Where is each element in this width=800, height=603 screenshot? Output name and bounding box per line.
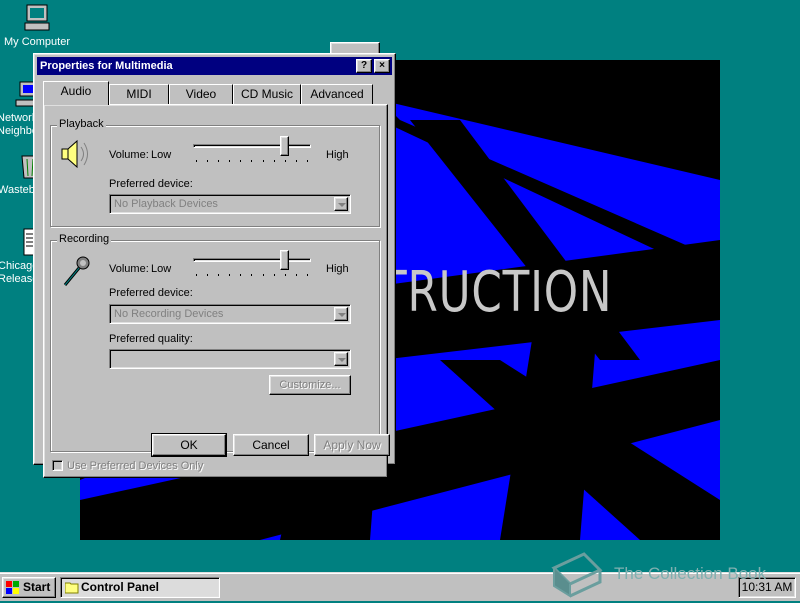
book-icon	[548, 552, 604, 603]
recording-quality-select[interactable]	[109, 349, 351, 369]
windows-logo-icon	[6, 581, 20, 600]
ok-button[interactable]: OK	[151, 433, 227, 457]
tab-audio[interactable]: Audio	[43, 81, 109, 105]
tab-advanced[interactable]: Advanced	[301, 84, 373, 104]
recording-volume-slider[interactable]	[279, 250, 289, 270]
playback-volume-label: Volume:	[109, 149, 149, 161]
recording-device-value: No Recording Devices	[114, 308, 224, 320]
recording-volume-track	[193, 258, 311, 262]
recording-device-select[interactable]: No Recording Devices	[109, 304, 351, 324]
microphone-icon	[59, 253, 95, 289]
computer-icon	[21, 2, 53, 34]
recording-volume-label: Volume:	[109, 263, 149, 275]
playback-legend: Playback	[57, 118, 106, 130]
taskbar-item-control-panel[interactable]: Control Panel	[60, 577, 220, 598]
recording-legend: Recording	[57, 233, 112, 245]
recording-volume-high: High	[326, 263, 349, 275]
playback-device-value: No Playback Devices	[114, 198, 218, 210]
playback-volume-ticks	[196, 160, 308, 164]
desktop-icon-label: My Computer	[3, 36, 71, 48]
tab-strip: Audio MIDI Video CD Music Advanced	[43, 81, 383, 105]
playback-device-label: Preferred device:	[109, 178, 193, 190]
close-button[interactable]: ×	[374, 59, 390, 73]
audio-tab-panel: Playback Volume: Low High Preferred devi…	[43, 104, 388, 478]
desktop-icon-label: Network Neighborhood	[0, 112, 52, 137]
cancel-button[interactable]: Cancel	[233, 434, 309, 456]
dialog-title: Properties for Multimedia	[40, 60, 173, 72]
recording-volume-ticks	[196, 274, 308, 278]
use-preferred-checkbox[interactable]	[52, 460, 63, 471]
tab-midi[interactable]: MIDI	[109, 84, 169, 104]
playback-group: Playback Volume: Low High Preferred devi…	[50, 118, 380, 227]
dialog-titlebar[interactable]: Properties for Multimedia ? ×	[37, 57, 392, 75]
speaker-icon	[59, 138, 95, 170]
playback-volume-slider[interactable]	[279, 136, 289, 156]
help-button[interactable]: ?	[356, 59, 372, 73]
use-preferred-label: Use Preferred Devices Only	[67, 460, 204, 472]
multimedia-properties-dialog: Properties for Multimedia ? × Audio MIDI…	[33, 53, 396, 478]
chevron-down-icon[interactable]	[334, 197, 348, 211]
playback-device-select[interactable]: No Playback Devices	[109, 194, 351, 214]
recording-device-label: Preferred device:	[109, 287, 193, 299]
chevron-down-icon[interactable]	[334, 307, 348, 321]
folder-icon	[64, 581, 79, 600]
start-label: Start	[23, 580, 51, 594]
tab-video[interactable]: Video	[169, 84, 233, 104]
tab-cd-music[interactable]: CD Music	[233, 84, 301, 104]
wallpaper-text: TRUCTION	[380, 260, 613, 325]
taskbar-item-label: Control Panel	[81, 580, 160, 594]
playback-volume-high: High	[326, 149, 349, 161]
playback-volume-low: Low	[151, 149, 172, 161]
playback-volume-track	[193, 144, 311, 148]
apply-now-button[interactable]: Apply Now	[314, 434, 390, 456]
recording-volume-low: Low	[151, 263, 172, 275]
watermark-text: The Collection Book	[614, 564, 767, 583]
desktop-icon-my-computer[interactable]: My Computer	[2, 2, 72, 48]
recording-group: Recording Volume: Low High Preferred dev…	[50, 233, 380, 452]
start-button[interactable]: Start	[2, 577, 56, 598]
customize-button[interactable]: Customize...	[269, 375, 351, 395]
chevron-down-icon[interactable]	[334, 352, 348, 366]
recording-quality-label: Preferred quality:	[109, 333, 193, 345]
